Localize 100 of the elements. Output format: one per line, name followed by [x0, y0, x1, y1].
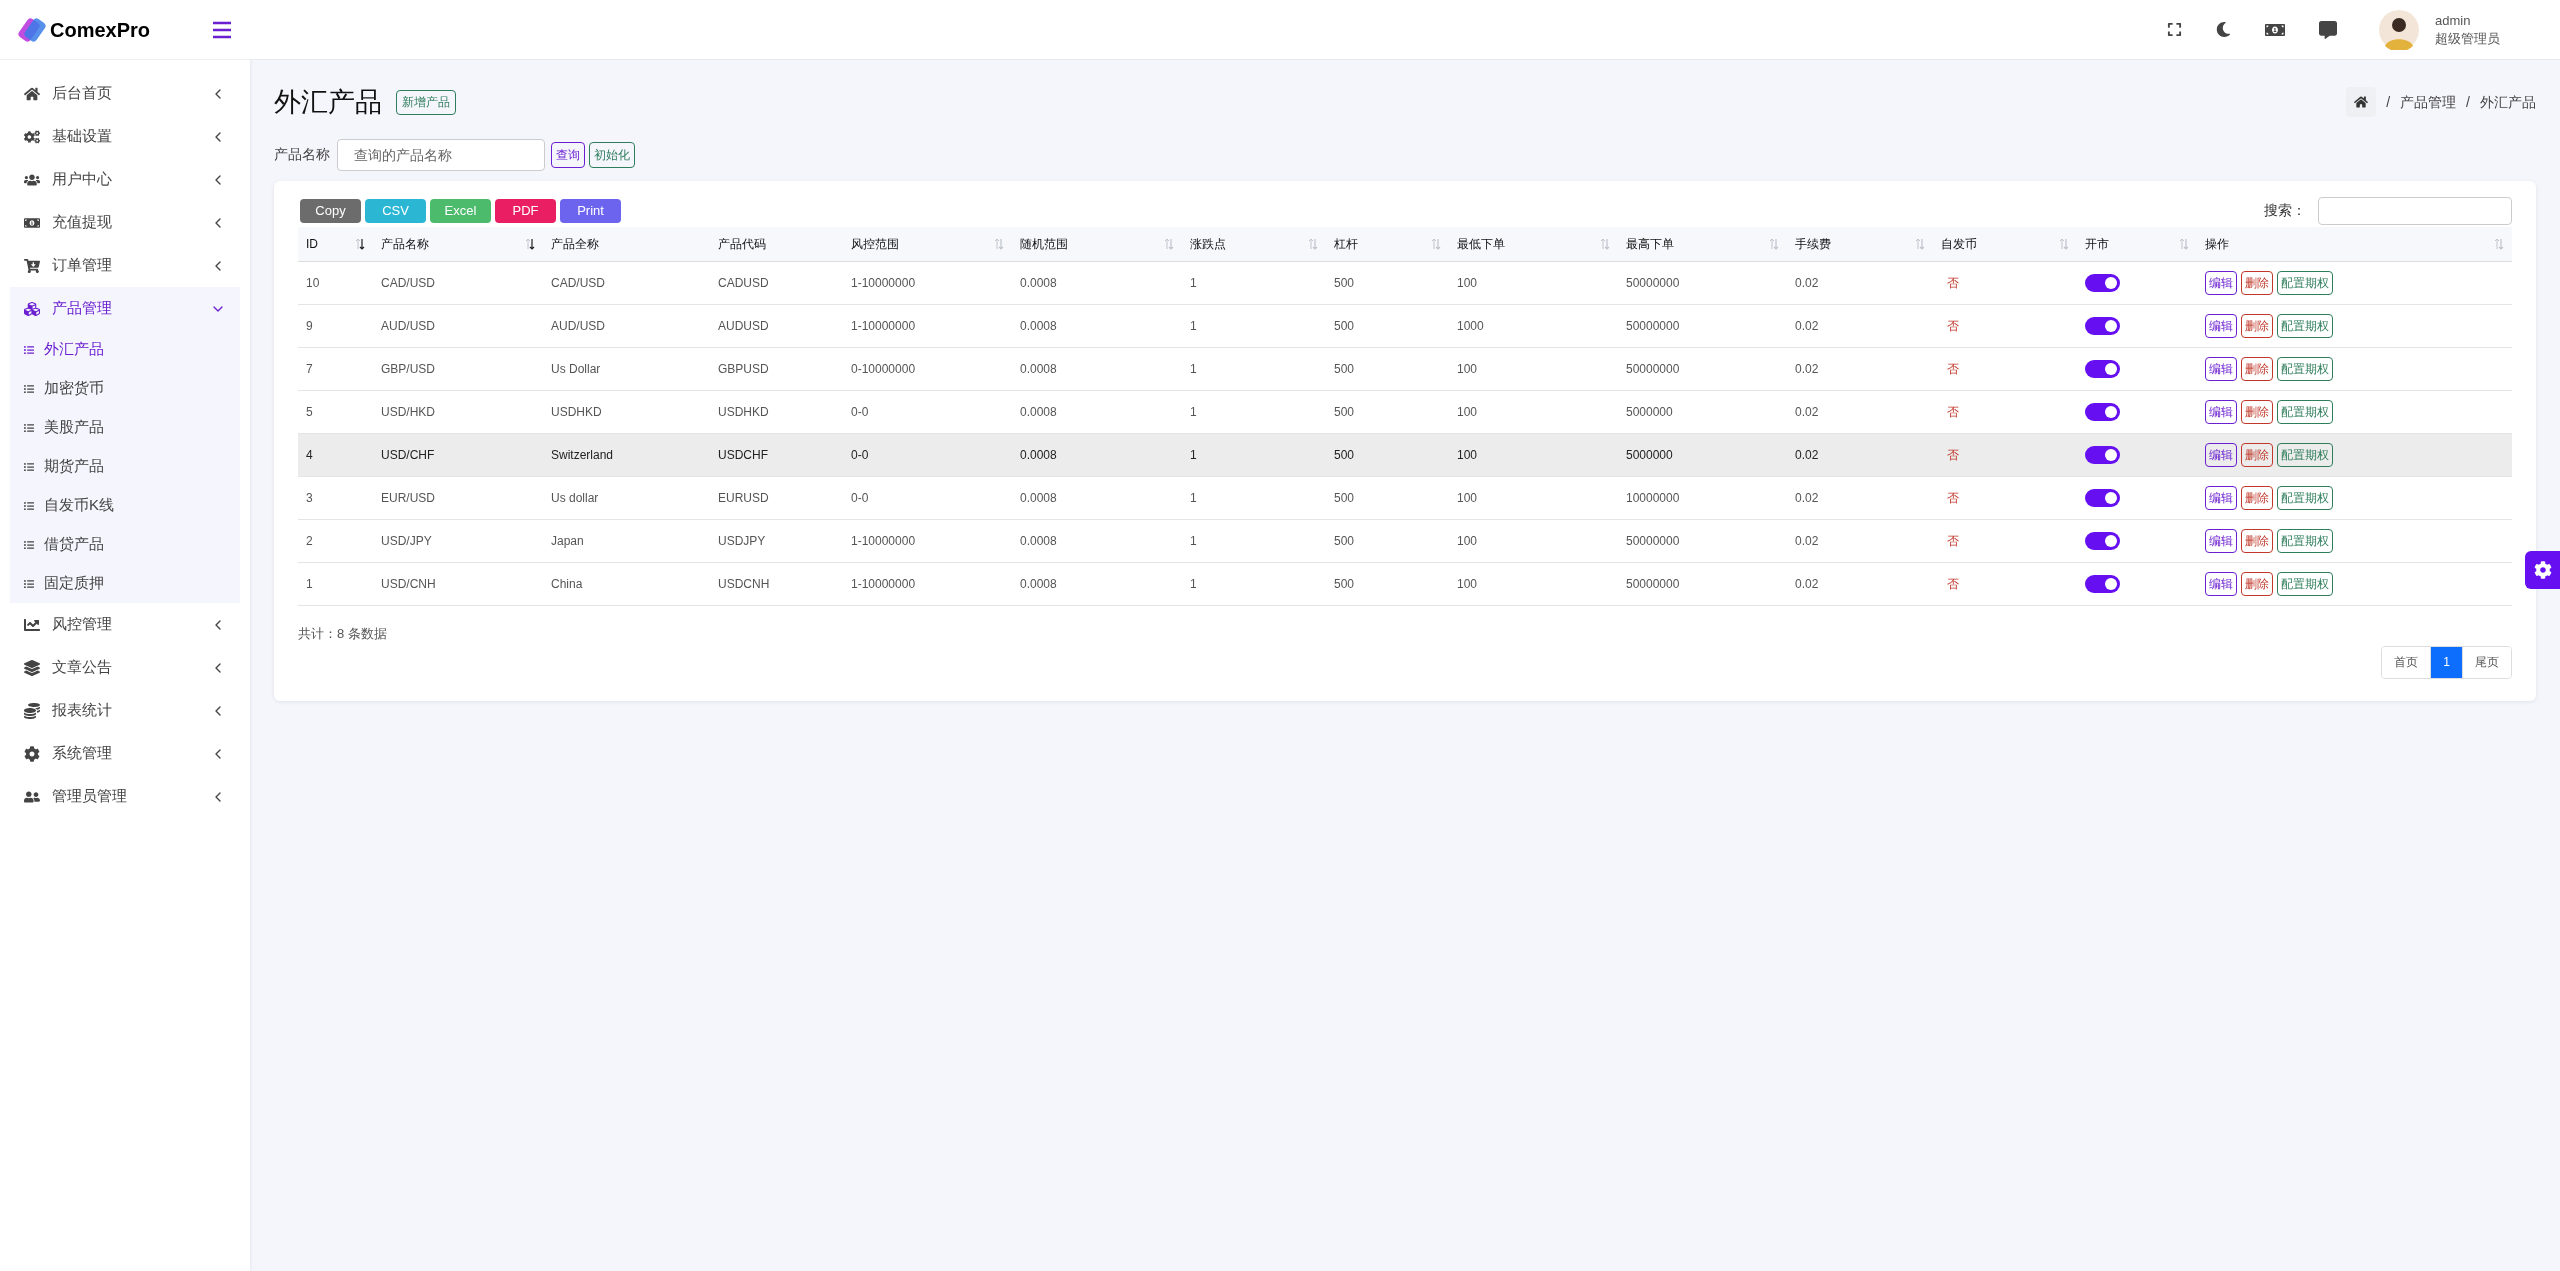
column-header[interactable]: 风控范围: [843, 226, 1012, 262]
search-field[interactable]: [2318, 196, 2512, 225]
sidebar-item[interactable]: 订单管理: [10, 244, 240, 287]
submenu-item[interactable]: 借贷产品: [10, 525, 240, 564]
edit-button[interactable]: 编辑: [2205, 529, 2237, 553]
column-header[interactable]: 操作: [2197, 226, 2512, 262]
delete-button[interactable]: 删除: [2241, 529, 2273, 553]
table-cell: China: [543, 562, 710, 606]
search-button[interactable]: 查询: [551, 141, 585, 168]
submenu-item[interactable]: 期货产品: [10, 447, 240, 486]
table-cell: 0.0008: [1012, 562, 1182, 606]
config-button[interactable]: 配置期权: [2277, 572, 2333, 596]
delete-button[interactable]: 删除: [2241, 314, 2273, 338]
table-cell: 4: [298, 433, 373, 477]
edit-button[interactable]: 编辑: [2205, 400, 2237, 424]
moon-icon[interactable]: [2216, 22, 2231, 37]
column-header[interactable]: 涨跌点: [1182, 226, 1326, 262]
delete-button[interactable]: 删除: [2241, 400, 2273, 424]
table-cell: 500: [1326, 390, 1449, 434]
toggle-switch[interactable]: [2085, 403, 2120, 421]
submenu-item[interactable]: 加密货币: [10, 369, 240, 408]
column-header[interactable]: 最低下单: [1449, 226, 1618, 262]
column-header[interactable]: 手续费: [1787, 226, 1933, 262]
sidebar-item[interactable]: 用户中心: [10, 158, 240, 201]
column-header[interactable]: 最高下单: [1618, 226, 1787, 262]
export-button[interactable]: PDF: [495, 198, 556, 223]
table-cell: 0-0: [843, 476, 1012, 520]
table-cell: 50000000: [1618, 562, 1787, 606]
home-button[interactable]: [2346, 87, 2377, 118]
table-cell: USD/HKD: [373, 390, 543, 434]
delete-button[interactable]: 删除: [2241, 572, 2273, 596]
config-button[interactable]: 配置期权: [2277, 443, 2333, 467]
sidebar-item[interactable]: 充值提现: [10, 201, 240, 244]
breadcrumb-item[interactable]: 产品管理: [2400, 91, 2457, 113]
avatar[interactable]: [2379, 9, 2419, 50]
config-button[interactable]: 配置期权: [2277, 357, 2333, 381]
reset-button[interactable]: 初始化: [589, 141, 635, 168]
sidebar-item[interactable]: 文章公告: [10, 646, 240, 689]
settings-button[interactable]: [2525, 551, 2560, 589]
column-header[interactable]: 产品全称: [543, 226, 710, 262]
edit-button[interactable]: 编辑: [2205, 443, 2237, 467]
chat-icon[interactable]: [2319, 20, 2337, 39]
column-header[interactable]: 产品名称: [373, 226, 543, 262]
toggle-switch[interactable]: [2085, 575, 2120, 593]
sidebar-item[interactable]: 基础设置: [10, 115, 240, 158]
table-cell: AUD/USD: [373, 304, 543, 348]
menu-icon[interactable]: [212, 20, 232, 39]
delete-button[interactable]: 删除: [2241, 357, 2273, 381]
sidebar-item[interactable]: 管理员管理: [10, 775, 240, 818]
table-cell: 100: [1449, 347, 1618, 391]
banknote-icon[interactable]: [2265, 21, 2285, 38]
edit-button[interactable]: 编辑: [2205, 314, 2237, 338]
config-button[interactable]: 配置期权: [2277, 529, 2333, 553]
add-product-button[interactable]: 新增产品: [396, 89, 456, 115]
sidebar-item[interactable]: 风控管理: [10, 603, 240, 646]
config-button[interactable]: 配置期权: [2277, 400, 2333, 424]
edit-button[interactable]: 编辑: [2205, 486, 2237, 510]
config-button[interactable]: 配置期权: [2277, 314, 2333, 338]
export-button[interactable]: Print: [560, 198, 621, 223]
line-chart-icon: [24, 616, 40, 633]
column-header[interactable]: 杠杆: [1326, 226, 1449, 262]
sidebar-item[interactable]: 报表统计: [10, 689, 240, 732]
toggle-switch[interactable]: [2085, 360, 2120, 378]
column-header[interactable]: 随机范围: [1012, 226, 1182, 262]
sort-icon[interactable]: [355, 237, 365, 250]
toggle-switch[interactable]: [2085, 317, 2120, 335]
toggle-switch[interactable]: [2085, 489, 2120, 507]
delete-button[interactable]: 删除: [2241, 271, 2273, 295]
sidebar-item[interactable]: 产品管理: [10, 287, 240, 330]
page-button[interactable]: 1: [2430, 646, 2462, 678]
export-button[interactable]: Copy: [300, 198, 361, 223]
toggle-switch[interactable]: [2085, 446, 2120, 464]
table-cell: 0.0008: [1012, 519, 1182, 563]
sidebar-item[interactable]: 后台首页: [10, 72, 240, 115]
toggle-switch[interactable]: [2085, 532, 2120, 550]
submenu-item[interactable]: 自发币K线: [10, 486, 240, 525]
column-header[interactable]: 开市: [2077, 226, 2197, 262]
edit-button[interactable]: 编辑: [2205, 572, 2237, 596]
product-name-field[interactable]: 查询的产品名称: [337, 138, 545, 171]
table-cell: 0-10000000: [843, 347, 1012, 391]
sidebar-item[interactable]: 系统管理: [10, 732, 240, 775]
config-button[interactable]: 配置期权: [2277, 271, 2333, 295]
config-button[interactable]: 配置期权: [2277, 486, 2333, 510]
table-cell: 1: [1182, 347, 1326, 391]
edit-button[interactable]: 编辑: [2205, 357, 2237, 381]
submenu-item[interactable]: 外汇产品: [10, 330, 240, 369]
sort-icon[interactable]: [525, 237, 535, 250]
delete-button[interactable]: 删除: [2241, 486, 2273, 510]
submenu-item[interactable]: 美股产品: [10, 408, 240, 447]
delete-button[interactable]: 删除: [2241, 443, 2273, 467]
column-header[interactable]: 产品代码: [710, 226, 843, 262]
submenu-item[interactable]: 固定质押: [10, 564, 240, 603]
edit-button[interactable]: 编辑: [2205, 271, 2237, 295]
column-header[interactable]: 自发币: [1933, 226, 2077, 262]
page-button[interactable]: 尾页: [2462, 646, 2511, 678]
fullscreen-icon[interactable]: [2167, 22, 2182, 37]
column-header[interactable]: ID: [298, 226, 373, 262]
toggle-switch[interactable]: [2085, 274, 2120, 292]
table-cell: 3: [298, 476, 373, 520]
table-cell: AUD/USD: [543, 304, 710, 348]
